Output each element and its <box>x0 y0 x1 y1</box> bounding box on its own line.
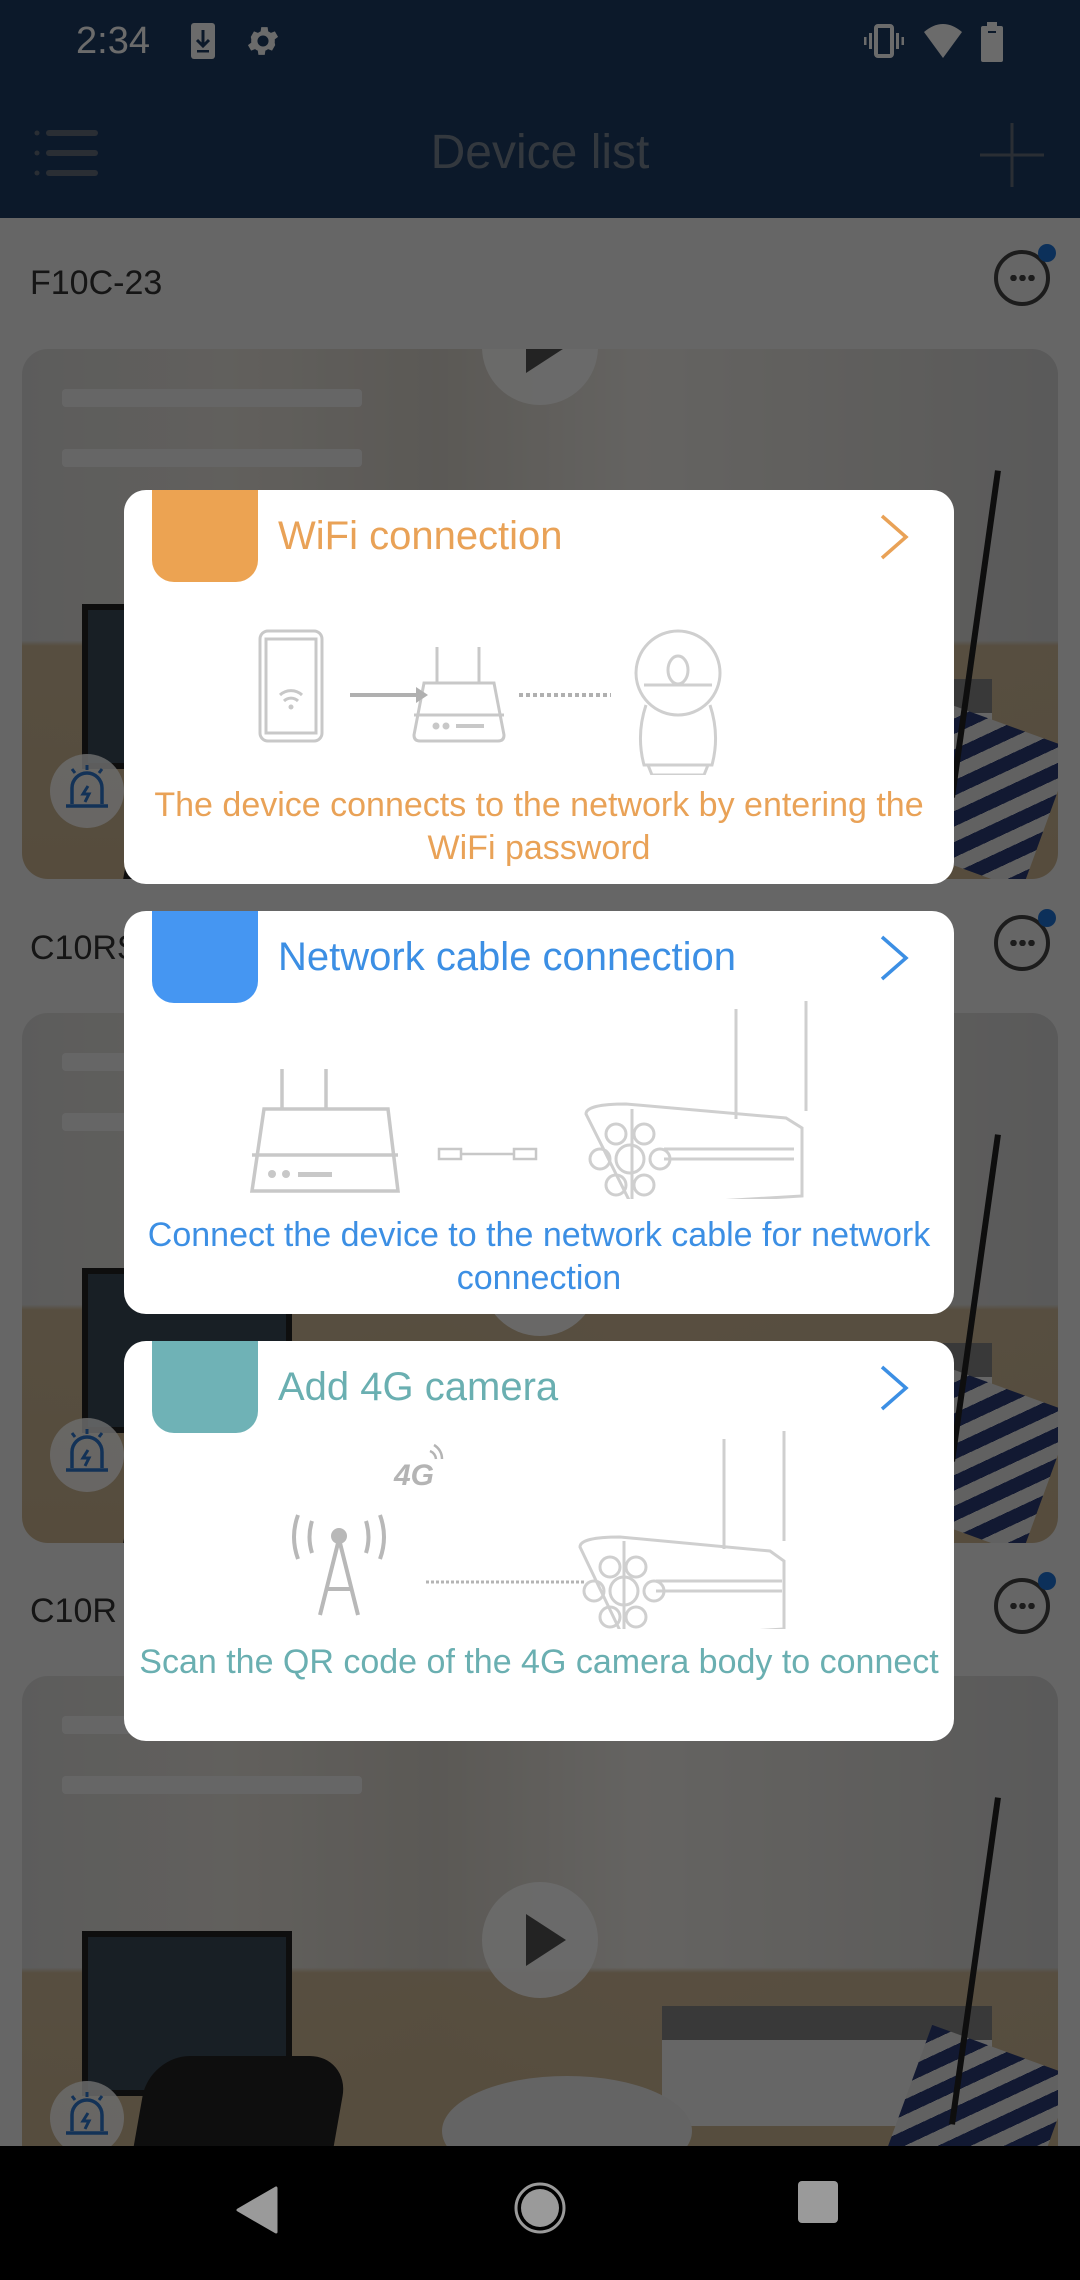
option-description: Connect the device to the network cable … <box>147 1216 931 1297</box>
option-description: The device connects to the network by en… <box>154 786 924 867</box>
option-color-tag <box>152 490 258 582</box>
chevron-right-icon <box>880 935 909 981</box>
chevron-right-icon <box>880 1365 909 1411</box>
home-icon <box>514 2182 566 2234</box>
option-network-cable-connection[interactable]: Network cable connection Connect the dev… <box>124 911 954 1314</box>
recents-icon <box>798 2181 838 2223</box>
recents-button[interactable] <box>797 2180 839 2229</box>
option-color-tag <box>152 1341 258 1433</box>
cable-setup-illustration <box>249 1001 808 1199</box>
back-button[interactable] <box>236 2186 280 2239</box>
system-navigation-bar <box>0 2146 1080 2280</box>
wifi-setup-illustration <box>258 629 722 775</box>
option-description: Scan the QR code of the 4G camera body t… <box>139 1643 939 1681</box>
4g-setup-illustration: 4G <box>292 1431 786 1629</box>
back-icon <box>236 2186 278 2234</box>
option-title: Add 4G camera <box>278 1365 559 1409</box>
4g-label: 4G <box>393 1459 434 1492</box>
home-button[interactable] <box>514 2182 566 2239</box>
option-color-tag <box>152 911 258 1003</box>
option-title: WiFi connection <box>278 514 563 558</box>
chevron-right-icon <box>880 514 909 560</box>
option-add-4g-camera[interactable]: Add 4G camera 4G Scan the QR code of the… <box>124 1341 954 1741</box>
option-wifi-connection[interactable]: WiFi connection The device connects to t… <box>124 490 954 884</box>
option-title: Network cable connection <box>278 935 737 979</box>
